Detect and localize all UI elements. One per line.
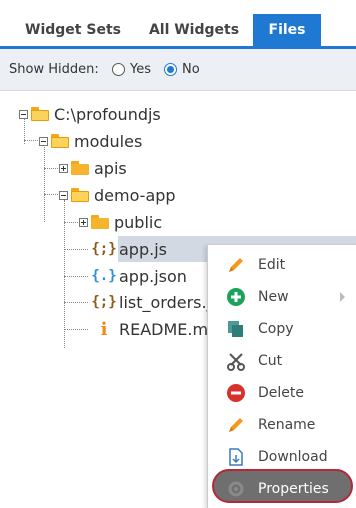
menu-item-label: Download (258, 449, 328, 465)
menu-item-download[interactable]: Download (208, 441, 356, 473)
menu-item-properties[interactable]: Properties (208, 473, 356, 505)
menu-item-label: Edit (258, 257, 286, 273)
show-hidden-label: Show Hidden: (9, 62, 99, 77)
collapse-icon[interactable] (39, 136, 48, 146)
menu-item-rename[interactable]: Rename (208, 409, 356, 441)
menu-item-label: Properties (258, 481, 329, 497)
delete-icon (226, 383, 246, 403)
tab-all-widgets[interactable]: All Widgets (138, 14, 250, 46)
tree-node-label: app.json (119, 266, 187, 286)
tree-node-public[interactable]: public (79, 210, 162, 234)
tab-bar: Widget Sets All Widgets Files (0, 0, 356, 49)
tree-node-label: modules (74, 131, 143, 151)
tree-node-label: list_orders.j (119, 292, 212, 312)
menu-item-edit[interactable]: Edit (208, 249, 356, 281)
tree-node-readme[interactable]: i README.m (93, 317, 209, 341)
pencil-icon (226, 255, 246, 275)
pencil-icon (226, 415, 246, 435)
tree-node-list-orders[interactable]: {;} list_orders.j (91, 290, 212, 314)
tree-node-label: README.m (119, 319, 209, 339)
collapse-icon[interactable] (59, 190, 68, 200)
plus-circle-icon (226, 287, 246, 307)
expand-icon[interactable] (59, 163, 68, 173)
menu-item-label: New (258, 289, 289, 305)
tab-files[interactable]: Files (253, 14, 321, 46)
menu-item-label: Delete (258, 385, 304, 401)
show-hidden-no-label[interactable]: No (182, 62, 200, 77)
menu-item-cut[interactable]: Cut (208, 345, 356, 377)
submenu-arrow-icon (340, 292, 345, 302)
tree-node-label: public (114, 212, 163, 232)
tree-node-app-json[interactable]: {.} app.json (91, 264, 187, 288)
expand-icon[interactable] (79, 217, 88, 227)
tree-node-label: app.js (119, 239, 167, 259)
menu-item-label: Cut (258, 353, 283, 369)
js-file-icon: {;} (91, 294, 117, 310)
show-hidden-no-radio[interactable] (164, 63, 177, 76)
tree-node-root[interactable]: C:\profoundjs (19, 102, 161, 126)
folder-icon (91, 215, 109, 229)
menu-item-new[interactable]: New (208, 281, 356, 313)
tree-node-label: C:\profoundjs (54, 104, 161, 124)
menu-item-copy[interactable]: Copy (208, 313, 356, 345)
tree-node-apis[interactable]: apis (59, 156, 127, 180)
scissors-icon (226, 351, 246, 371)
tree-node-modules[interactable]: modules (39, 129, 142, 153)
download-icon (226, 447, 246, 467)
json-file-icon: {.} (91, 268, 117, 284)
show-hidden-yes-label[interactable]: Yes (130, 62, 151, 77)
info-file-icon: i (100, 318, 108, 340)
folder-icon (71, 161, 89, 175)
tree-node-label: apis (94, 158, 127, 178)
menu-item-delete[interactable]: Delete (208, 377, 356, 409)
folder-open-icon (51, 134, 69, 148)
collapse-icon[interactable] (19, 109, 28, 119)
js-file-icon: {;} (91, 241, 117, 257)
menu-item-label: Rename (258, 417, 316, 433)
gear-icon (226, 479, 246, 499)
tree-node-demo-app[interactable]: demo-app (59, 183, 176, 207)
tree-node-app-js[interactable]: {;} app.js (91, 237, 167, 261)
tree-node-label: demo-app (94, 185, 176, 205)
context-menu: Edit New Copy Cut Delete Rename Download… (207, 244, 356, 508)
copy-icon (226, 319, 246, 339)
menu-item-label: Copy (258, 321, 294, 337)
tab-widget-sets[interactable]: Widget Sets (14, 14, 132, 46)
folder-open-icon (71, 188, 89, 202)
show-hidden-bar: Show Hidden: Yes No (0, 49, 356, 91)
show-hidden-yes-radio[interactable] (112, 63, 125, 76)
folder-open-icon (31, 107, 49, 121)
